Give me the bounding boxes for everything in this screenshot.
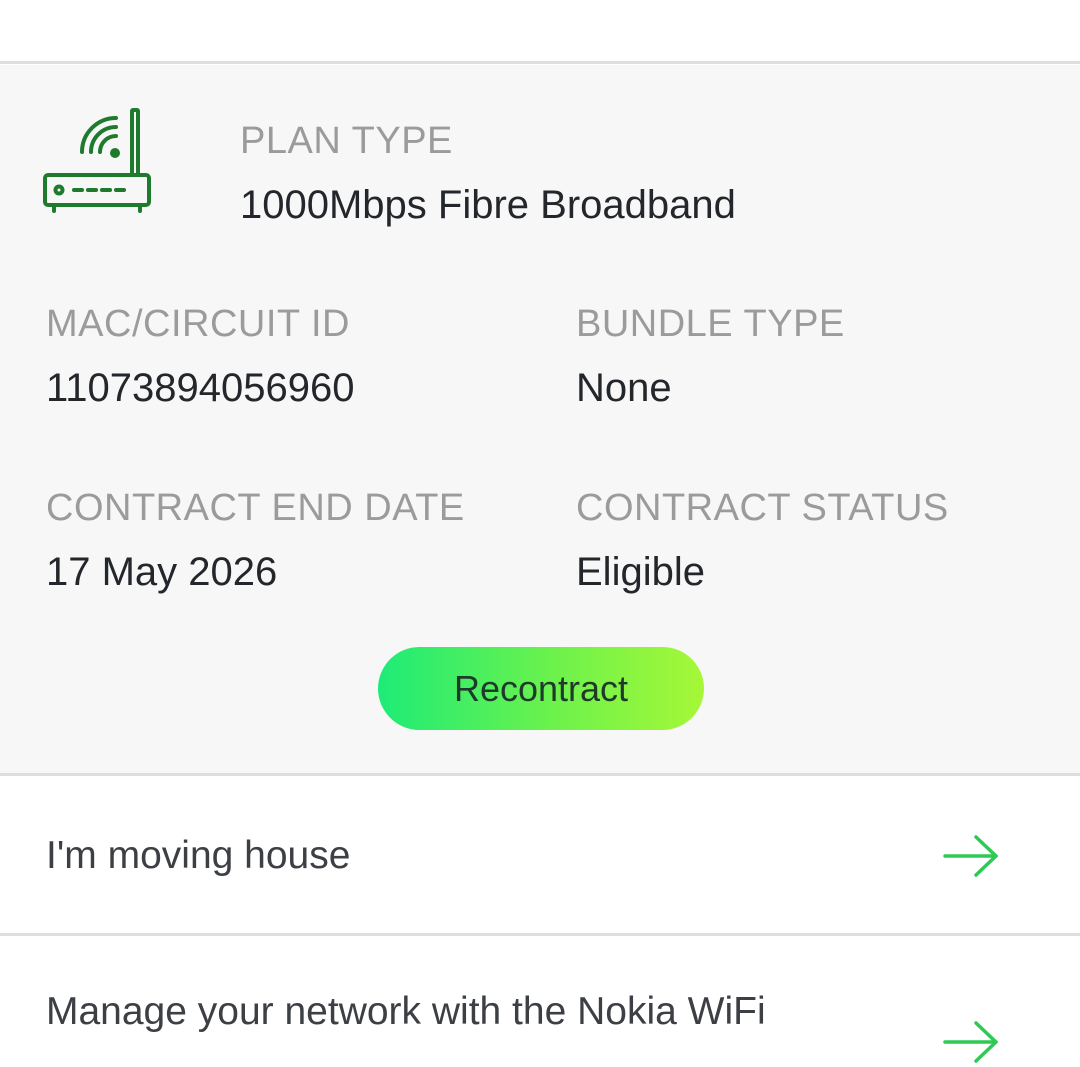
contract-status-value: Eligible: [576, 550, 705, 594]
arrow-right-icon: [943, 1021, 998, 1063]
moving-house-row[interactable]: I'm moving house: [0, 776, 1080, 933]
bundle-type-value: None: [576, 366, 672, 410]
nokia-wifi-label: Manage your network with the Nokia WiFi: [46, 990, 766, 1033]
nokia-wifi-row[interactable]: Manage your network with the Nokia WiFi: [0, 936, 1080, 1067]
plan-type-label: PLAN TYPE: [240, 120, 453, 162]
contract-end-date-value: 17 May 2026: [46, 550, 278, 594]
top-bar-area: [0, 0, 1080, 62]
mac-circuit-id-label: MAC/CIRCUIT ID: [46, 303, 350, 345]
mac-circuit-id-value: 11073894056960: [46, 366, 355, 410]
moving-house-label: I'm moving house: [46, 834, 351, 877]
contract-status-label: CONTRACT STATUS: [576, 487, 949, 529]
bundle-type-label: BUNDLE TYPE: [576, 303, 845, 345]
plan-type-value: 1000Mbps Fibre Broadband: [240, 183, 736, 227]
arrow-right-icon: [943, 835, 998, 877]
contract-end-date-label: CONTRACT END DATE: [46, 487, 465, 529]
wifi-router-icon: [43, 108, 151, 213]
top-divider: [0, 61, 1080, 64]
recontract-button-label: Recontract: [453, 667, 629, 709]
recontract-button[interactable]: Recontract: [378, 647, 704, 730]
